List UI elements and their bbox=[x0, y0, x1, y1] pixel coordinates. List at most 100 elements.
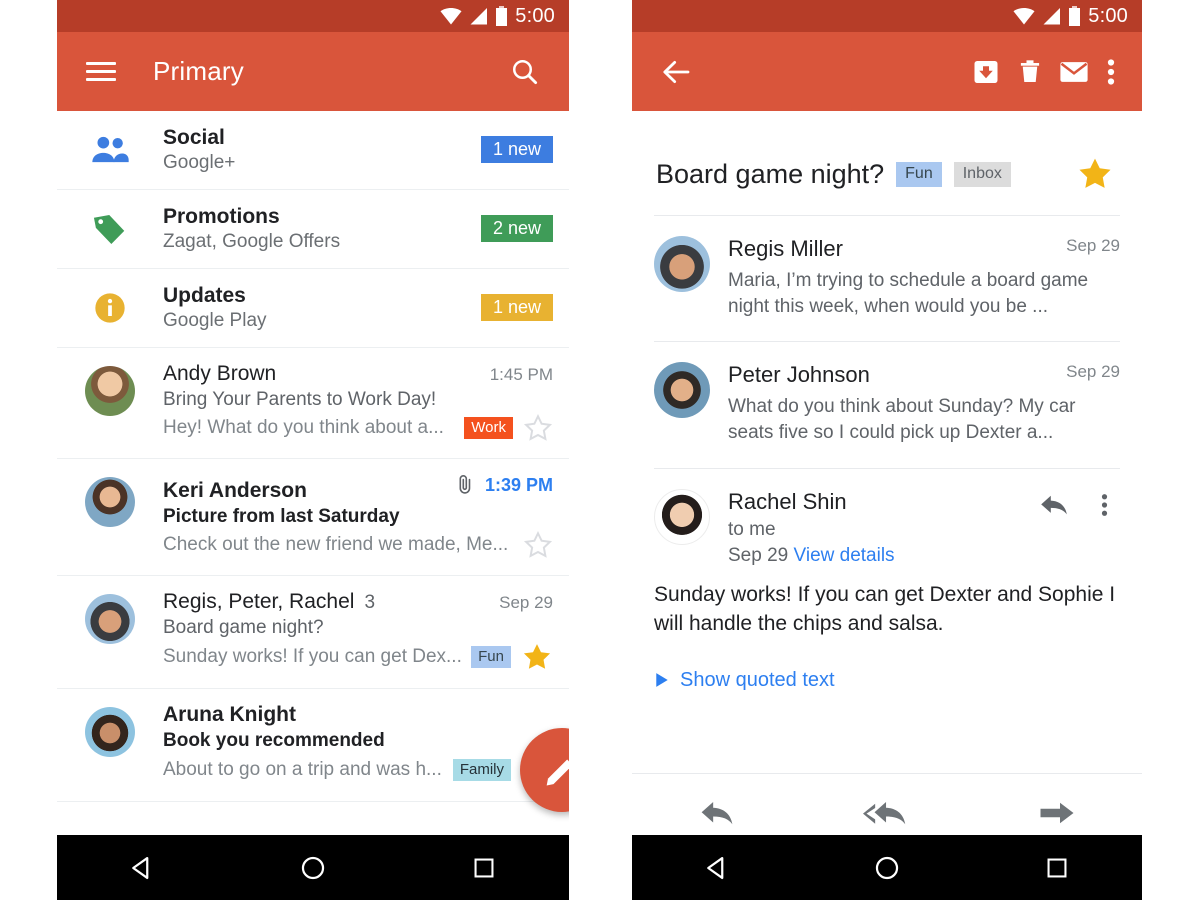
mail-header: Andy Brown 1:45 PM bbox=[163, 362, 553, 386]
android-nav-bar-right bbox=[632, 835, 1142, 900]
status-bar-clock: 5:00 bbox=[515, 4, 555, 27]
overflow-menu-button[interactable] bbox=[1096, 50, 1126, 94]
category-body: Promotions Zagat, Google Offers 2 new bbox=[163, 190, 553, 268]
archive-icon bbox=[974, 60, 998, 83]
back-triangle-icon bbox=[707, 856, 724, 879]
mail-time: 1:45 PM bbox=[489, 365, 553, 384]
category-body: Social Google+ 1 new bbox=[163, 111, 553, 189]
battery-icon bbox=[496, 6, 508, 26]
star-filled-icon[interactable] bbox=[521, 641, 553, 673]
reply-all-icon bbox=[863, 801, 906, 824]
reply-all-button[interactable] bbox=[802, 774, 972, 835]
nav-home-button[interactable] bbox=[283, 848, 343, 888]
home-circle-icon bbox=[875, 856, 899, 879]
category-subtitle: Google Play bbox=[163, 309, 267, 331]
mail-snippet: Sunday works! If you can get Dex... bbox=[163, 646, 462, 667]
message-header: Peter Johnson Sep 29 bbox=[728, 362, 1120, 388]
thread-message-expanded: Rachel Shin to me Sep 29 View details bbox=[632, 469, 1142, 573]
tag-icon bbox=[93, 214, 125, 244]
message-header: Rachel Shin to me Sep 29 View details bbox=[728, 489, 1120, 567]
avatar-wrap bbox=[654, 488, 728, 567]
view-details-link[interactable]: View details bbox=[794, 545, 895, 566]
reply-action-bar bbox=[632, 773, 1142, 835]
show-quoted-text-button[interactable]: Show quoted text bbox=[632, 639, 1142, 692]
category-title: Updates bbox=[163, 283, 246, 307]
wifi-icon bbox=[1013, 7, 1035, 24]
mail-snippet-row: Hey! What do you think about a... Work bbox=[163, 413, 553, 443]
mail-row[interactable]: Aruna Knight Book you recommended About … bbox=[57, 689, 569, 802]
avatar bbox=[85, 594, 135, 644]
star-outline-icon[interactable] bbox=[523, 413, 553, 443]
mail-body: Aruna Knight Book you recommended About … bbox=[163, 689, 553, 801]
mail-snippet-row: About to go on a trip and was h... Famil… bbox=[163, 754, 553, 786]
recents-square-icon bbox=[474, 858, 494, 877]
overflow-menu-icon bbox=[1101, 493, 1107, 516]
message-reply-button[interactable] bbox=[1038, 489, 1070, 521]
star-filled-icon[interactable] bbox=[1076, 155, 1114, 193]
category-row-social[interactable]: Social Google+ 1 new bbox=[57, 111, 569, 190]
avatar-wrap bbox=[57, 348, 163, 458]
thread-phone-screen: 5:00 Board game night? Fun Inbox Regis M… bbox=[632, 0, 1142, 900]
page-title: Primary bbox=[153, 56, 244, 86]
mail-body: Regis, Peter, Rachel 3 Sep 29 Board game… bbox=[163, 576, 553, 688]
category-title: Social bbox=[163, 125, 225, 149]
mail-snippet-row: Check out the new friend we made, Me... bbox=[163, 530, 553, 560]
mail-row[interactable]: Regis, Peter, Rachel 3 Sep 29 Board game… bbox=[57, 576, 569, 689]
inbox-phone-screen: 5:00 Primary Social Google+ 1 new Promot… bbox=[57, 0, 569, 900]
nav-recents-button[interactable] bbox=[454, 848, 514, 888]
mail-snippet: Hey! What do you think about a... bbox=[163, 417, 444, 438]
mail-time: Sep 29 bbox=[499, 593, 553, 612]
thread-subject: Board game night? bbox=[656, 158, 885, 189]
category-row-promotions[interactable]: Promotions Zagat, Google Offers 2 new bbox=[57, 190, 569, 269]
mail-time: 1:39 PM bbox=[484, 474, 553, 495]
category-row-updates[interactable]: Updates Google Play 1 new bbox=[57, 269, 569, 348]
star-outline-icon[interactable] bbox=[523, 530, 553, 560]
archive-button[interactable] bbox=[964, 50, 1008, 94]
reply-button[interactable] bbox=[632, 774, 802, 835]
message-body: Peter Johnson Sep 29 What do you think a… bbox=[728, 362, 1120, 445]
nav-back-button[interactable] bbox=[112, 848, 172, 888]
message-sender: Peter Johnson bbox=[728, 362, 870, 388]
nav-home-button[interactable] bbox=[857, 848, 917, 888]
mark-unread-button[interactable] bbox=[1052, 50, 1096, 94]
category-title: Promotions bbox=[163, 204, 280, 228]
message-body-text: Sunday works! If you can get Dexter and … bbox=[654, 582, 1116, 635]
status-bar-left: 5:00 bbox=[57, 0, 569, 32]
message-body: Rachel Shin to me Sep 29 View details bbox=[728, 489, 1120, 567]
avatar bbox=[654, 488, 710, 545]
mail-body: Keri Anderson 1:39 PM Picture from last … bbox=[163, 459, 553, 575]
hamburger-menu-button[interactable] bbox=[79, 50, 123, 94]
thread-message-collapsed[interactable]: Regis Miller Sep 29 Maria, I’m trying to… bbox=[632, 216, 1142, 341]
attachment-icon bbox=[459, 475, 471, 494]
mail-row[interactable]: Andy Brown 1:45 PM Bring Your Parents to… bbox=[57, 348, 569, 459]
thread-label-fun[interactable]: Fun bbox=[896, 161, 942, 187]
search-button[interactable] bbox=[503, 50, 547, 94]
nav-back-button[interactable] bbox=[687, 848, 747, 888]
message-recipient: to me bbox=[728, 518, 776, 540]
wifi-icon bbox=[440, 7, 462, 24]
back-arrow-icon bbox=[663, 60, 690, 83]
nav-recents-button[interactable] bbox=[1027, 848, 1087, 888]
battery-icon bbox=[1069, 6, 1081, 26]
mail-row[interactable]: Keri Anderson 1:39 PM Picture from last … bbox=[57, 459, 569, 576]
thread-label-inbox[interactable]: Inbox bbox=[953, 161, 1011, 187]
message-sender: Rachel Shin bbox=[728, 488, 847, 514]
category-body: Updates Google Play 1 new bbox=[163, 269, 553, 347]
avatar bbox=[654, 362, 710, 419]
message-body: Regis Miller Sep 29 Maria, I’m trying to… bbox=[728, 236, 1120, 319]
back-button[interactable] bbox=[654, 50, 698, 94]
message-sender: Regis Miller bbox=[728, 236, 843, 261]
mail-thread-count: 3 bbox=[364, 592, 376, 613]
mail-sender: Keri Anderson bbox=[163, 479, 307, 502]
delete-button[interactable] bbox=[1008, 50, 1052, 94]
category-icon-wrap bbox=[57, 190, 163, 268]
home-circle-icon bbox=[301, 856, 325, 879]
avatar bbox=[85, 366, 135, 416]
signal-icon bbox=[470, 7, 488, 24]
thread-message-collapsed[interactable]: Peter Johnson Sep 29 What do you think a… bbox=[632, 342, 1142, 467]
mail-subject: Board game night? bbox=[163, 617, 324, 638]
forward-button[interactable] bbox=[972, 774, 1142, 835]
message-date: Sep 29 bbox=[1066, 236, 1120, 255]
message-overflow-button[interactable] bbox=[1088, 489, 1120, 521]
mail-label-chip: Family bbox=[452, 759, 511, 781]
